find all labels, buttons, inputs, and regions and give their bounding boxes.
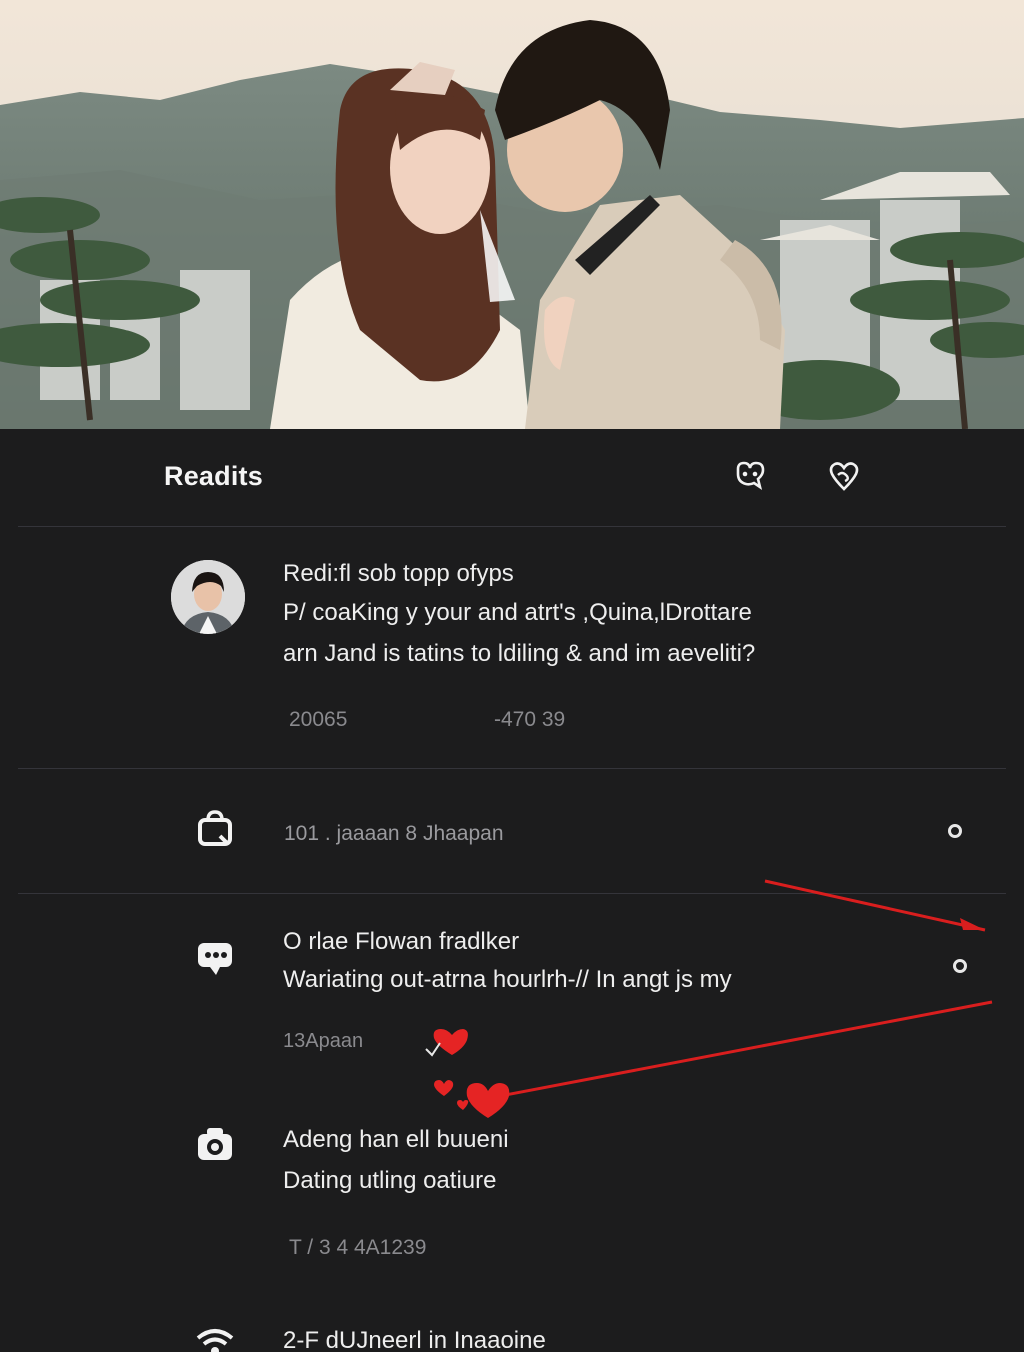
arrow-icon (494, 1000, 993, 1099)
heart-icon (434, 1080, 510, 1118)
arrow-icon (764, 879, 986, 932)
chat-bubble-icon[interactable] (194, 937, 236, 979)
item-body: Wariating out-atrna hourlrh-// In angt j… (283, 966, 732, 993)
app-screen: Readits Redi:fl sob topp ofyps P/ coaKin… (0, 0, 1024, 1352)
post-stat-left: 20065 (289, 708, 348, 731)
item-title: O rlae Flowan fradlker (283, 928, 520, 955)
heart-icon (425, 1029, 468, 1057)
post-title: Redi:fl sob topp ofyps (283, 560, 514, 587)
list-item-text: 2-F dUJneerl in Inaaoine (283, 1327, 546, 1352)
list-item-text: 101 . jaaaan 8 Jhaapan (284, 822, 504, 845)
post-divider (18, 768, 1006, 769)
heart-swirl-icon[interactable] (826, 459, 862, 495)
wifi-icon[interactable] (194, 1322, 236, 1352)
avatar[interactable] (171, 560, 245, 634)
app-header: Readits (0, 429, 1024, 527)
hero-photo (0, 0, 1024, 429)
camera-icon[interactable] (194, 1124, 236, 1166)
shopping-bag-icon[interactable] (194, 808, 236, 850)
app-title: Readits (164, 461, 263, 491)
item-indicator-dot[interactable] (953, 959, 967, 973)
item-title: Adeng han ell buueni (283, 1126, 509, 1153)
post-body-line-2: arn Jand is tatins to ldiling & and im a… (283, 640, 756, 667)
heart-chat-icon[interactable] (732, 459, 768, 495)
item-meta: T / 3 4 4A1239 (289, 1236, 427, 1259)
item-body: Dating utling oatiure (283, 1167, 497, 1194)
header-divider (18, 526, 1006, 527)
item-meta: 13Apaan (283, 1030, 364, 1052)
item-indicator-dot[interactable] (948, 824, 962, 838)
post-body-line-1: P/ coaKing y your and atrt's ,Quina,lDro… (283, 599, 752, 626)
hero-illustration (0, 0, 1024, 429)
item-divider (18, 893, 1006, 894)
post-stat-right: -470 39 (494, 708, 566, 731)
